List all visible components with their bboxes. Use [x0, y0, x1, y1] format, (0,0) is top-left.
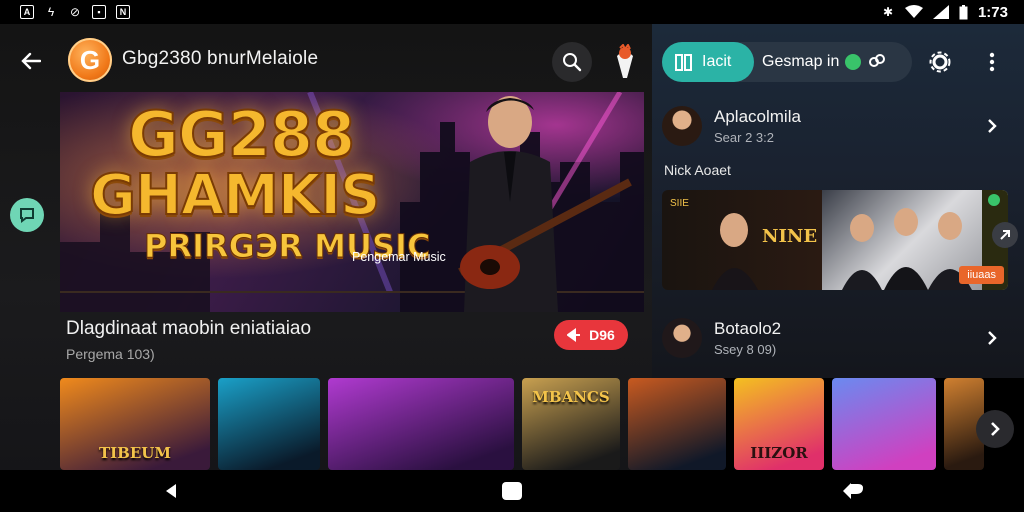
sync-icon: ⊘ [69, 5, 81, 19]
album-card[interactable]: MBANCS [522, 378, 620, 470]
app-title: Gbg2380 bnurMelaiole [122, 48, 319, 69]
online-dot-icon [845, 54, 862, 70]
panel-tabs: Iacit Gesmap in [662, 42, 912, 82]
album-card[interactable] [628, 378, 726, 470]
hero-title-line1: GG288 [127, 98, 356, 171]
promo-mid-text: NINE TEDAK [762, 226, 822, 247]
tab-active-label: Iacit [702, 53, 732, 70]
play-chip-label: D96 [589, 327, 615, 343]
promo-next-button[interactable] [992, 222, 1018, 248]
album-card-label: IIIZOR [750, 444, 808, 462]
more-options-button[interactable] [978, 48, 1006, 76]
album-card-label: MBANCS [532, 388, 610, 406]
nav-home-button[interactable] [492, 475, 532, 507]
back-button[interactable] [16, 46, 46, 76]
album-carousel: TIBEUM MBANCS IIIZOR [60, 378, 1024, 470]
artist-name: Aplacolmila [714, 107, 801, 126]
charging-icon: ϟ [47, 5, 55, 19]
avatar [662, 318, 702, 358]
side-panel: Iacit Gesmap in Aplacolmila Sear 2 3:2 N… [652, 24, 1024, 378]
hero-title-line2: GHAMKIS [89, 163, 381, 228]
app-logo[interactable]: G [68, 38, 112, 82]
album-card-label: TIBEUM [99, 444, 171, 462]
wifi-icon [904, 5, 923, 18]
signal-icon [932, 5, 949, 19]
promo-right-image: iiuaas [822, 190, 1008, 290]
status-left-icons: A ϟ ⊘ ▪ N [20, 5, 130, 19]
status-bar: A ϟ ⊘ ▪ N ✱ 1:73 [0, 0, 1024, 24]
tab-active[interactable]: Iacit [662, 42, 754, 82]
nfc-icon: N [116, 5, 130, 19]
nav-back-button[interactable] [151, 475, 191, 507]
section-label: Nick Aoaet [664, 162, 731, 178]
arrow-right-icon [1000, 230, 1010, 240]
mascot-icon [617, 44, 633, 78]
promo-badge: iiuaas [959, 266, 1004, 284]
hero-guitarist-figure [458, 96, 632, 312]
arrow-left-icon [21, 52, 41, 70]
gear-icon [929, 51, 951, 73]
track-subtitle: Pergema 103) [66, 346, 155, 362]
triangle-back-icon [165, 484, 176, 498]
chevron-right-icon [988, 331, 997, 345]
promo-banner[interactable]: SIIE NINE TEDAK iiuaas [662, 190, 1008, 290]
status-right-icons: ✱ 1:73 [881, 4, 1008, 21]
play-chip-button[interactable]: D96 [554, 320, 628, 350]
clock: 1:73 [977, 3, 1008, 21]
promo-left-art: SIIE NINE TEDAK [670, 198, 897, 290]
hero-caption: Pengemar Music [352, 250, 446, 264]
undo-arrow-icon [843, 483, 864, 499]
nav-recents-button[interactable] [833, 475, 873, 507]
square-home-icon [501, 482, 522, 500]
carousel-next-button[interactable] [976, 410, 1014, 448]
artist-name: Botaolo2 [714, 319, 782, 338]
battery-icon [959, 4, 968, 19]
promo-left-text: SIIE [670, 198, 689, 209]
artist-meta: Sear 2 3:2 [714, 130, 774, 145]
bluetooth-icon: ✱ [882, 5, 893, 19]
artist-row[interactable]: Aplacolmila Sear 2 3:2 [662, 102, 1014, 150]
chevron-right-icon [988, 119, 997, 133]
avatar [662, 106, 702, 146]
artist-meta: Ssey 8 09) [714, 342, 777, 357]
play-icon [567, 328, 581, 342]
tab-other-label: Gesmap in [762, 53, 840, 70]
search-button[interactable] [552, 42, 592, 82]
more-vertical-icon [989, 52, 995, 72]
system-nav-bar [0, 470, 1024, 512]
album-card[interactable]: IIIZOR [734, 378, 824, 470]
notification-icon: A [20, 5, 34, 19]
chat-icon [20, 208, 34, 223]
side-action-button[interactable] [10, 198, 44, 232]
promo-left-image: SIIE NINE TEDAK [662, 190, 897, 290]
share-icon [869, 54, 886, 67]
album-card[interactable] [832, 378, 936, 470]
mascot-button[interactable] [608, 40, 642, 84]
hero-banner[interactable]: GG288 GHAMKIS PRIRGЭR MUSIC Pengemar Mus… [60, 92, 644, 312]
artist-row[interactable]: Botaolo2 Ssey 8 09) [662, 314, 1014, 362]
library-icon [675, 54, 692, 71]
tab-other[interactable]: Gesmap in [754, 52, 887, 72]
search-icon [563, 53, 582, 72]
album-card[interactable] [328, 378, 514, 470]
album-card[interactable] [218, 378, 320, 470]
save-icon: ▪ [92, 5, 106, 19]
track-title: Dlagdinaat maobin eniatiaiao [66, 318, 312, 339]
album-card[interactable]: TIBEUM [60, 378, 210, 470]
settings-button[interactable] [926, 48, 954, 76]
logo-letter: G [79, 44, 101, 75]
chevron-right-icon [991, 422, 1000, 436]
